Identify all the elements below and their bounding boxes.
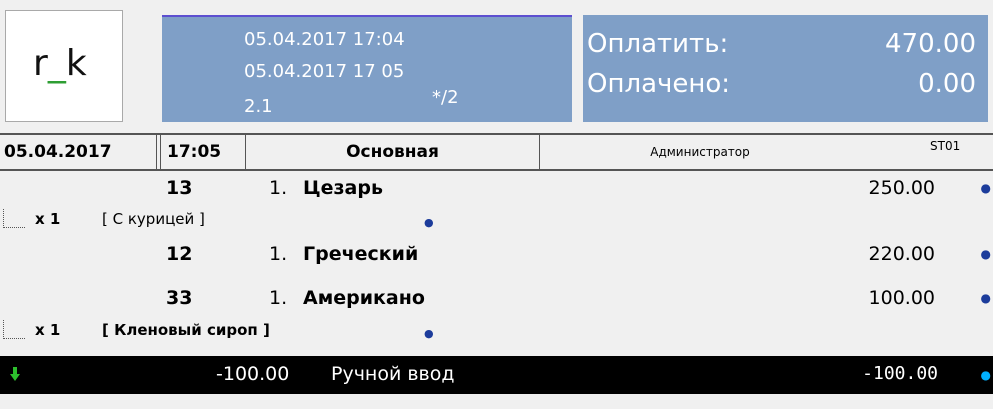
row-marker-icon: ● bbox=[980, 291, 991, 305]
order-item-row[interactable]: 33 1. Американо 100.00 ● bbox=[0, 283, 993, 316]
modifier-name: [ Кленовый сироп ] bbox=[102, 321, 270, 339]
item-name: Цезарь bbox=[303, 177, 383, 199]
pos-order-screen: r_k 05.04.2017 17:04 05.04.2017 17 05 2.… bbox=[0, 0, 993, 409]
item-price: 100.00 bbox=[868, 287, 935, 309]
status-bar: 05.04.2017 17:05 Основная Администратор … bbox=[0, 133, 993, 171]
row-marker-icon: ● bbox=[980, 247, 991, 261]
discount-name: Ручной ввод bbox=[331, 363, 455, 385]
order-items-list: 13 1. Цезарь 250.00 ● x 1 [ С курицей ] … bbox=[0, 173, 993, 409]
paid-value: 0.00 bbox=[918, 69, 976, 99]
payment-summary-panel: Оплатить: 470.00 Оплачено: 0.00 bbox=[583, 15, 988, 122]
order-current-time: 05.04.2017 17 05 bbox=[244, 61, 405, 82]
item-code: 13 bbox=[166, 177, 193, 199]
order-item-row[interactable]: 13 1. Цезарь 250.00 ● bbox=[0, 173, 993, 206]
order-open-time: 05.04.2017 17:04 bbox=[244, 29, 405, 50]
item-price: 220.00 bbox=[868, 243, 935, 265]
logo-panel: r_k bbox=[5, 10, 123, 122]
item-name: Греческий bbox=[303, 243, 419, 265]
logo-letter-k: k bbox=[65, 43, 87, 84]
discount-amount: -100.00 bbox=[216, 363, 290, 385]
modifier-quantity: x 1 bbox=[35, 210, 61, 228]
logo-letter-r: r bbox=[33, 43, 48, 84]
status-user: Администратор bbox=[650, 145, 750, 159]
status-menu-name: Основная bbox=[246, 135, 540, 169]
discount-row-selected[interactable]: -100.00 Ручной ввод -100.00 ● bbox=[0, 356, 993, 394]
tree-connector-icon bbox=[3, 320, 25, 339]
app-logo: r_k bbox=[33, 43, 87, 84]
status-time: 17:05 bbox=[160, 135, 246, 169]
to-pay-label: Оплатить: bbox=[587, 29, 729, 59]
status-date: 05.04.2017 bbox=[0, 135, 157, 169]
order-guest-count: */2 bbox=[432, 87, 459, 108]
modifier-marker-icon: ● bbox=[424, 327, 434, 340]
to-pay-value: 470.00 bbox=[885, 29, 976, 59]
item-code: 12 bbox=[166, 243, 193, 265]
item-quantity: 1. bbox=[269, 243, 288, 265]
item-name: Американо bbox=[303, 287, 425, 309]
tree-connector-icon bbox=[3, 209, 25, 228]
paid-label: Оплачено: bbox=[587, 69, 731, 99]
item-price: 250.00 bbox=[868, 177, 935, 199]
modifier-name: [ С курицей ] bbox=[102, 210, 205, 228]
discount-total: -100.00 bbox=[862, 363, 938, 384]
order-info-panel[interactable]: 05.04.2017 17:04 05.04.2017 17 05 2.1 */… bbox=[162, 15, 572, 122]
item-code: 33 bbox=[166, 287, 193, 309]
order-table-number: 2.1 bbox=[244, 96, 273, 117]
green-down-arrow-icon bbox=[10, 367, 20, 381]
row-marker-icon: ● bbox=[980, 181, 991, 195]
item-quantity: 1. bbox=[269, 177, 288, 199]
order-item-row[interactable]: 12 1. Греческий 220.00 ● bbox=[0, 239, 993, 272]
modifier-row[interactable]: x 1 [ С курицей ] ● bbox=[0, 206, 993, 239]
modifier-quantity: x 1 bbox=[35, 321, 61, 339]
modifier-row[interactable]: x 1 [ Кленовый сироп ] ● bbox=[0, 317, 993, 350]
order-header: r_k 05.04.2017 17:04 05.04.2017 17 05 2.… bbox=[0, 0, 993, 130]
item-quantity: 1. bbox=[269, 287, 288, 309]
logo-underscore: _ bbox=[47, 43, 66, 84]
status-station: ST01 bbox=[930, 139, 961, 153]
modifier-marker-icon: ● bbox=[424, 216, 434, 229]
row-marker-icon: ● bbox=[980, 368, 991, 382]
